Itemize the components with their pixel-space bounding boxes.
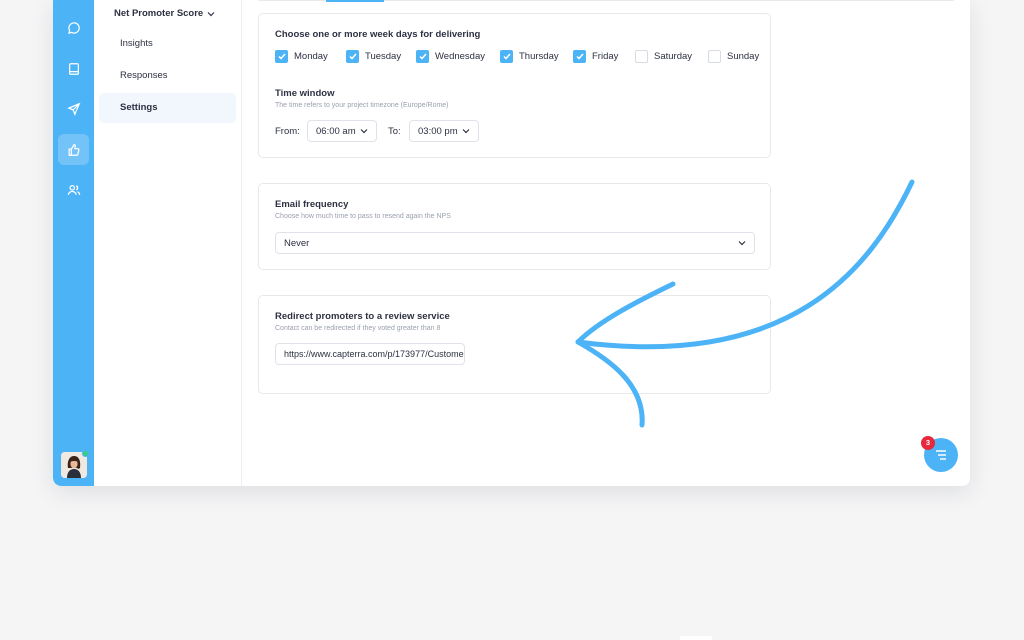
day-label: Wednesday (435, 51, 485, 62)
day-label: Saturday (654, 51, 693, 62)
email-frequency-value: Never (284, 237, 310, 249)
users-icon (67, 184, 80, 195)
email-frequency-title: Email frequency (275, 199, 349, 210)
bottom-handle (680, 636, 712, 640)
to-time-select[interactable]: 03:00 pm (409, 120, 479, 142)
day-checkbox-tuesday[interactable]: Tuesday (346, 50, 401, 63)
subnav-item-settings[interactable]: Settings (99, 93, 236, 123)
to-time-value: 03:00 pm (418, 125, 458, 137)
from-label: From: (275, 126, 300, 137)
day-checkbox-thursday[interactable]: Thursday (500, 50, 559, 63)
check-icon (348, 53, 357, 60)
from-time-select[interactable]: 06:00 am (307, 120, 377, 142)
annotation-arrow (575, 179, 915, 428)
online-status-dot (82, 450, 89, 457)
book-icon (68, 62, 79, 75)
icon-rail (53, 0, 94, 486)
send-icon (66, 102, 80, 116)
email-frequency-subtitle: Choose how much time to pass to resend a… (275, 213, 451, 220)
checkbox[interactable] (346, 50, 359, 63)
day-label: Monday (294, 51, 328, 62)
checkbox[interactable] (635, 50, 648, 63)
nav-knowledge-base[interactable] (58, 53, 89, 84)
chat-icon (67, 21, 80, 34)
chevron-down-icon (207, 11, 215, 16)
day-checkbox-monday[interactable]: Monday (275, 50, 328, 63)
chevron-down-icon (462, 129, 470, 134)
subnav-item-label: Insights (120, 38, 153, 49)
time-window-title: Time window (275, 88, 335, 99)
checkbox[interactable] (573, 50, 586, 63)
subnav-title-label: Net Promoter Score (114, 8, 204, 19)
check-icon (575, 53, 584, 60)
day-label: Friday (592, 51, 619, 62)
check-icon (277, 53, 286, 60)
nav-contacts[interactable] (58, 174, 89, 205)
messenger-icon (936, 450, 946, 460)
day-checkbox-wednesday[interactable]: Wednesday (416, 50, 485, 63)
from-time-value: 06:00 am (316, 125, 356, 137)
delivery-days-card: Choose one or more week days for deliver… (258, 13, 771, 158)
checkbox[interactable] (708, 50, 721, 63)
check-icon (418, 53, 427, 60)
subnav-item-responses[interactable]: Responses (99, 61, 236, 91)
review-url-input[interactable]: https://www.capterra.com/p/173977/Custom… (275, 343, 465, 365)
day-checkbox-saturday[interactable]: Saturday (635, 50, 692, 63)
nps-subnav: Net Promoter Score Insights Responses Se… (94, 0, 242, 486)
subnav-item-insights[interactable]: Insights (99, 29, 236, 59)
time-window-subtitle: The time refers to your project timezone… (275, 102, 449, 109)
chevron-down-icon (360, 129, 368, 134)
redirect-subtitle: Contact can be redirected if they voted … (275, 325, 441, 332)
checkbox[interactable] (500, 50, 513, 63)
subnav-title[interactable]: Net Promoter Score (114, 8, 215, 19)
subnav-item-label: Settings (120, 102, 158, 113)
delivery-days-title: Choose one or more week days for deliver… (275, 29, 481, 40)
day-label: Tuesday (365, 51, 402, 62)
thumbs-up-icon (68, 143, 80, 156)
to-label: To: (388, 126, 401, 137)
check-icon (502, 53, 511, 60)
subnav-item-label: Responses (120, 70, 168, 81)
nav-nps[interactable] (58, 134, 89, 165)
day-label: Sunday (727, 51, 760, 62)
checkbox[interactable] (275, 50, 288, 63)
day-label: Thursday (519, 51, 559, 62)
day-checkbox-friday[interactable]: Friday (573, 50, 618, 63)
day-checkbox-sunday[interactable]: Sunday (708, 50, 759, 63)
nav-campaigns[interactable] (58, 93, 89, 124)
active-tab-indicator (326, 0, 384, 2)
checkbox[interactable] (416, 50, 429, 63)
redirect-title: Redirect promoters to a review service (275, 311, 450, 322)
nav-conversations[interactable] (58, 12, 89, 43)
